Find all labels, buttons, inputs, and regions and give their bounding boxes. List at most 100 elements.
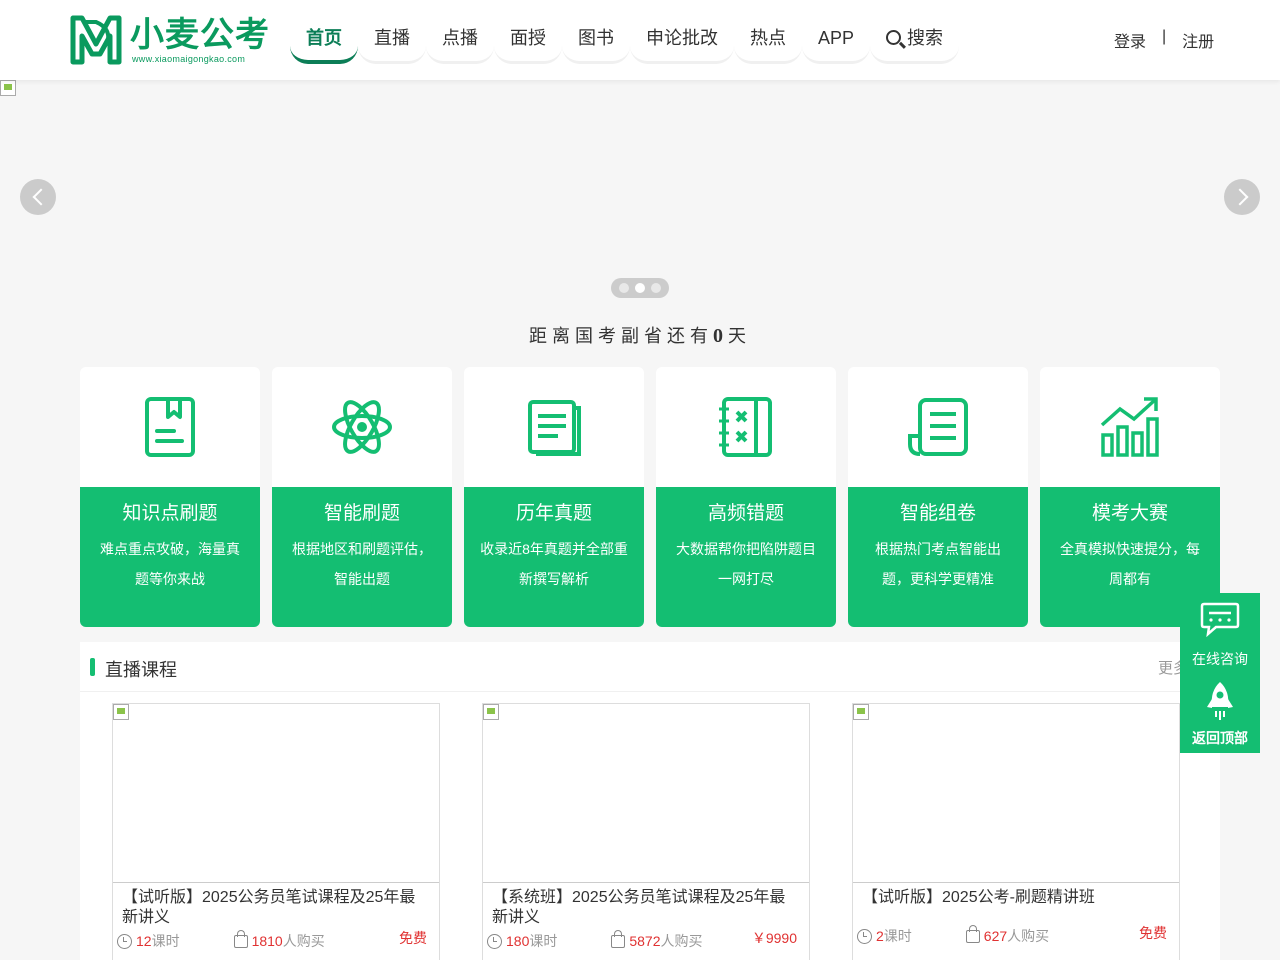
carousel-prev-button[interactable] (20, 179, 56, 215)
carousel-next-button[interactable] (1224, 179, 1260, 215)
course-buyers: 627 (983, 928, 1008, 944)
feature-cards: 知识点刷题 难点重点攻破，海量真题等你来战 智能刷题 根据地区和刷题评估，智能出… (80, 367, 1220, 627)
countdown-prefix: 距离国考副省还有 (529, 326, 713, 346)
course-name[interactable]: 【系统班】2025公务员笔试课程及25年最新讲义 (492, 888, 792, 928)
course-buyers: 1810 (251, 933, 283, 949)
nav-search[interactable]: 搜索 (870, 14, 960, 64)
course-thumbnail[interactable] (113, 704, 439, 883)
carousel-dots (611, 278, 669, 298)
atom-icon (332, 400, 392, 454)
course-hours: 180 (506, 933, 530, 949)
nav-essay-review[interactable]: 申论批改 (630, 14, 734, 64)
banner-image[interactable] (0, 80, 16, 96)
live-courses-section: 直播课程 更多 【试听版】2025公务员笔试课程及25年最新讲义 12 课时 18… (80, 642, 1220, 960)
course-hours: 2 (876, 928, 884, 944)
course-buyers: 5872 (629, 933, 661, 949)
nav-books[interactable]: 图书 (562, 14, 630, 64)
clock-icon (487, 933, 502, 949)
countdown-suffix: 天 (728, 326, 751, 346)
section-header: 直播课程 更多 (80, 642, 1220, 692)
course-thumbnail[interactable] (853, 704, 1179, 883)
course-thumbnail[interactable] (483, 704, 809, 883)
broken-image-icon (113, 704, 129, 720)
feature-card-knowledge[interactable]: 知识点刷题 难点重点攻破，海量真题等你来战 (80, 367, 260, 627)
logo-url: www.xiaomaigongkao.com (132, 54, 246, 64)
course-name[interactable]: 【试听版】2025公考-刷题精讲班 (862, 888, 1162, 908)
feature-desc: 大数据帮你把陷阱题目一网打尽 (676, 541, 816, 587)
course-price: 免费 (1139, 925, 1167, 941)
carousel-dot[interactable] (651, 283, 661, 293)
course-price: 免费 (399, 930, 427, 946)
feature-title: 历年真题 (515, 503, 592, 524)
shopping-bag-icon (965, 924, 980, 943)
nav-hot-topics[interactable]: 热点 (734, 14, 802, 64)
feature-title: 模考大赛 (1091, 503, 1168, 524)
feature-card-frequent-errors[interactable]: 高频错题 大数据帮你把陷阱题目一网打尽 (656, 367, 836, 627)
site-logo[interactable]: 小麦公考 www.xiaomaigongkao.com (70, 14, 275, 66)
course-meta: 2 课时 627 人购买 (857, 924, 1049, 946)
online-consult-button[interactable]: 在线咨询 (1180, 593, 1260, 673)
carousel-dot[interactable] (619, 283, 629, 293)
feature-card-mock-exam[interactable]: 模考大赛 全真模拟快速提分，每周都有 (1040, 367, 1220, 627)
clock-icon (857, 928, 872, 944)
nav-app[interactable]: APP (802, 14, 871, 64)
shopping-bag-icon (611, 929, 626, 948)
banner-carousel (0, 80, 1280, 310)
feature-desc: 收录近8年真题并全部重新撰写解析 (480, 541, 628, 587)
shopping-bag-icon (233, 929, 248, 948)
course-card[interactable]: 【系统班】2025公务员笔试课程及25年最新讲义 180 课时 5872 人购买 ￥… (482, 703, 810, 960)
floating-sidebar: 在线咨询 返回顶部 (1180, 593, 1260, 753)
clock-icon (117, 933, 132, 949)
feature-card-past-exams[interactable]: 历年真题 收录近8年真题并全部重新撰写解析 (464, 367, 644, 627)
chat-bubble-icon (1200, 602, 1240, 637)
consult-label: 在线咨询 (1192, 651, 1248, 667)
auth-links: 登录 | 注册 (1114, 28, 1214, 52)
course-meta: 180 课时 5872 人购买 (487, 929, 703, 951)
feature-title: 高频错题 (707, 503, 784, 524)
search-icon (886, 30, 902, 45)
login-link[interactable]: 登录 (1114, 28, 1146, 52)
hours-unit: 课时 (883, 928, 912, 944)
nav-on-demand[interactable]: 点播 (426, 14, 494, 64)
course-hours: 12 (136, 933, 152, 949)
feature-title: 智能刷题 (323, 503, 400, 524)
course-name[interactable]: 【试听版】2025公务员笔试课程及25年最新讲义 (122, 888, 422, 928)
section-accent-bar (90, 658, 95, 676)
buyers-unit: 人购买 (282, 933, 325, 949)
course-card[interactable]: 【试听版】2025公务员笔试课程及25年最新讲义 12 课时 1810 人购买 免费 (112, 703, 440, 960)
countdown-days: 0 (713, 325, 728, 347)
book-bookmark-icon (145, 397, 195, 457)
feature-desc: 根据热门考点智能出题，更科学更精准 (875, 541, 1001, 587)
feature-card-smart-practice[interactable]: 智能刷题 根据地区和刷题评估，智能出题 (272, 367, 452, 627)
wrong-notebook-icon (719, 397, 772, 457)
feature-desc: 根据地区和刷题评估，智能出题 (292, 541, 432, 587)
auth-separator: | (1162, 28, 1167, 45)
hours-unit: 课时 (529, 933, 558, 949)
feature-desc: 全真模拟快速提分，每周都有 (1060, 541, 1200, 587)
nav-search-label: 搜索 (907, 28, 944, 48)
nav-live[interactable]: 直播 (358, 14, 426, 64)
carousel-dot-active[interactable] (635, 283, 645, 293)
feature-title: 知识点刷题 (122, 503, 218, 524)
broken-image-icon (853, 704, 869, 720)
feature-card-smart-paper[interactable]: 智能组卷 根据热门考点智能出题，更科学更精准 (848, 367, 1028, 627)
hours-unit: 课时 (151, 933, 180, 949)
register-link[interactable]: 注册 (1182, 28, 1214, 52)
exam-countdown: 距离国考副省还有0天 (0, 322, 1280, 348)
nav-home[interactable]: 首页 (290, 14, 358, 64)
course-meta: 12 课时 1810 人购买 (117, 929, 325, 951)
course-price: ￥9990 (751, 930, 797, 946)
site-header: 小麦公考 www.xiaomaigongkao.com 首页 直播 点播 面授 … (0, 0, 1280, 80)
logo-text: 小麦公考 (130, 15, 270, 55)
logo-mark-icon (70, 15, 122, 65)
broken-image-icon (483, 704, 499, 720)
rocket-icon (1207, 682, 1233, 720)
growth-chart-icon (1100, 397, 1159, 457)
back-to-top-button[interactable]: 返回顶部 (1180, 673, 1260, 753)
books-icon (528, 400, 581, 456)
paper-scroll-icon (908, 398, 968, 456)
main-nav: 首页 直播 点播 面授 图书 申论批改 热点 APP 搜索 (290, 14, 960, 64)
section-title: 直播课程 (105, 660, 177, 680)
nav-in-person[interactable]: 面授 (494, 14, 562, 64)
course-card[interactable]: 【试听版】2025公考-刷题精讲班 2 课时 627 人购买 免费 (852, 703, 1180, 960)
